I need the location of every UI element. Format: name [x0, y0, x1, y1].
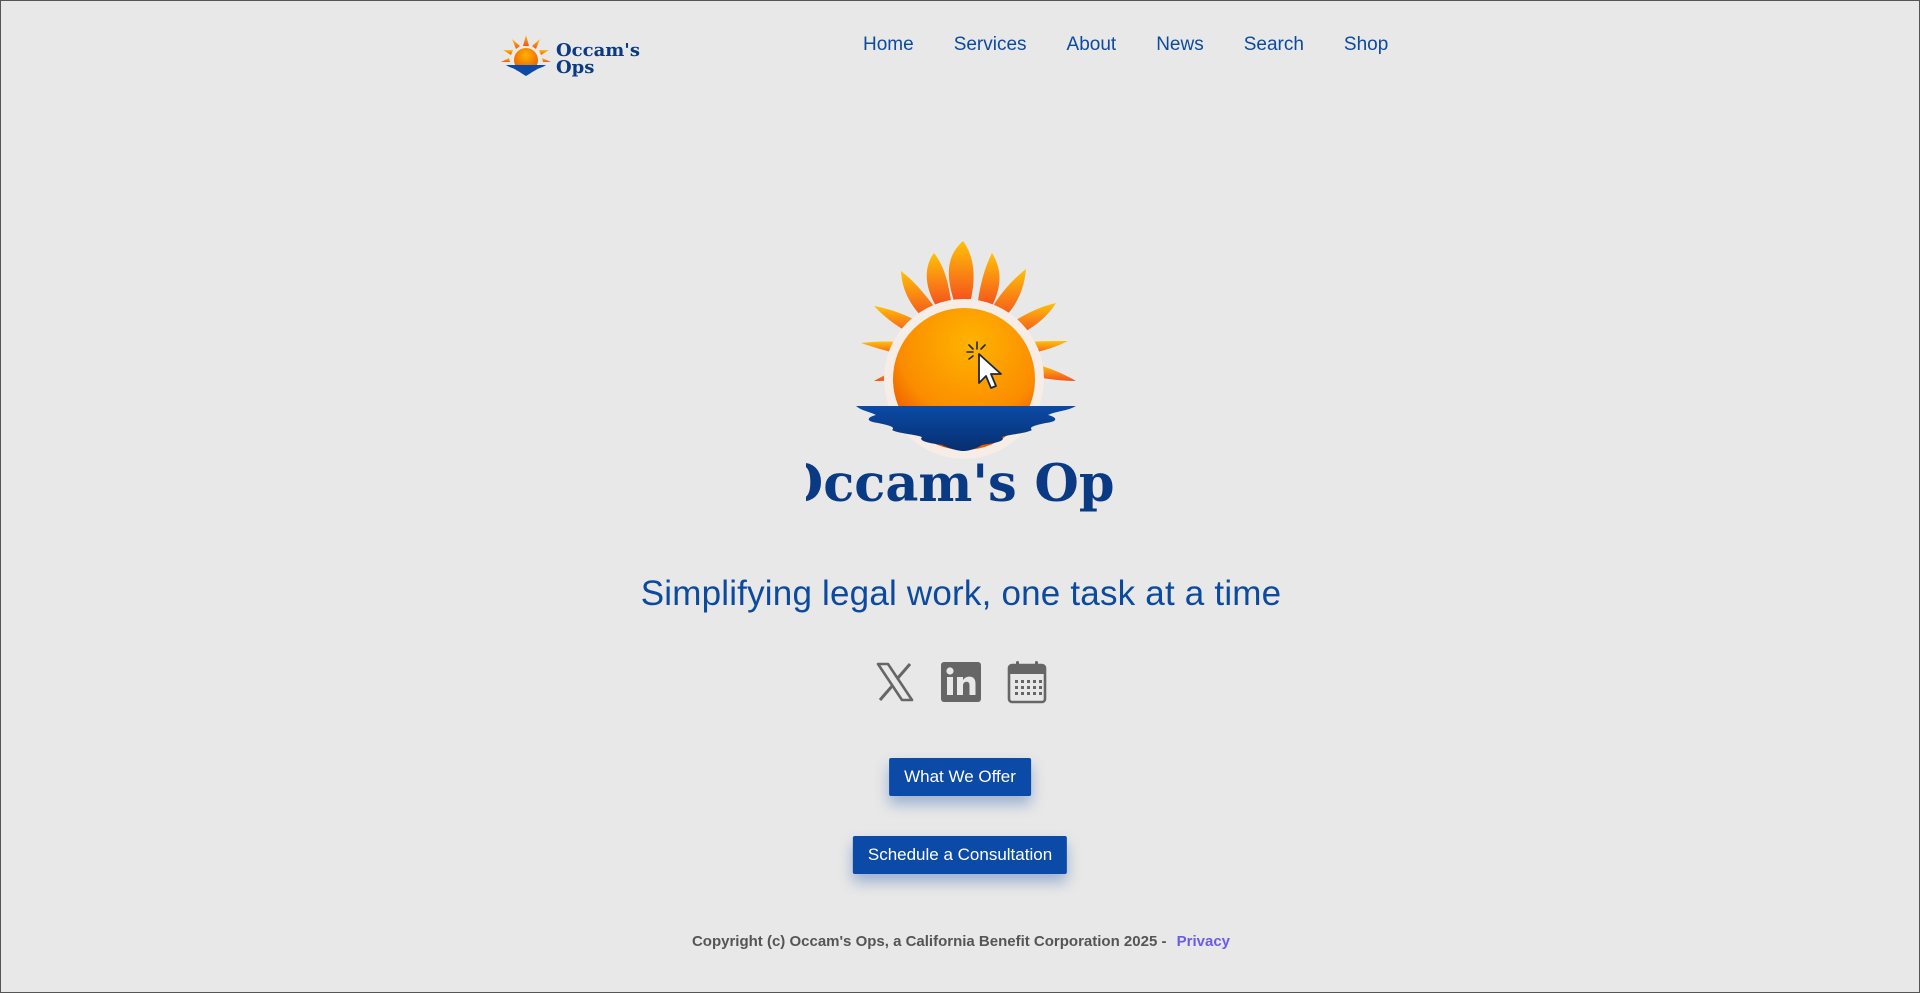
- privacy-link[interactable]: Privacy: [1177, 933, 1230, 950]
- hero-logo-text: Occam's Ops: [806, 454, 1116, 514]
- schedule-consultation-button[interactable]: Schedule a Consultation: [852, 836, 1068, 874]
- header-logo: Occam's Ops: [501, 35, 640, 78]
- main-nav: Home Services About News Search Shop: [863, 33, 1388, 57]
- nav-shop[interactable]: Shop: [1344, 33, 1388, 57]
- tagline: Simplifying legal work, one task at a ti…: [640, 574, 1282, 613]
- header-logo-line2: Ops: [556, 57, 594, 78]
- nav-home[interactable]: Home: [863, 33, 914, 57]
- footer-copyright: Copyright (c) Occam's Ops, a California …: [691, 933, 1167, 950]
- nav-about[interactable]: About: [1067, 33, 1117, 57]
- what-we-offer-button[interactable]: What We Offer: [889, 758, 1031, 796]
- nav-search[interactable]: Search: [1244, 33, 1304, 57]
- social-links: [1, 659, 1920, 704]
- header-logo-link[interactable]: Occam's Ops: [500, 31, 640, 81]
- calendar-icon[interactable]: [1007, 659, 1047, 704]
- linkedin-icon[interactable]: [941, 659, 981, 704]
- nav-news[interactable]: News: [1156, 33, 1204, 57]
- x-twitter-icon[interactable]: [875, 659, 915, 704]
- footer: Copyright (c) Occam's Ops, a California …: [1, 933, 1920, 950]
- nav-services[interactable]: Services: [954, 33, 1027, 57]
- hero-logo: Occam's Ops: [806, 231, 1116, 521]
